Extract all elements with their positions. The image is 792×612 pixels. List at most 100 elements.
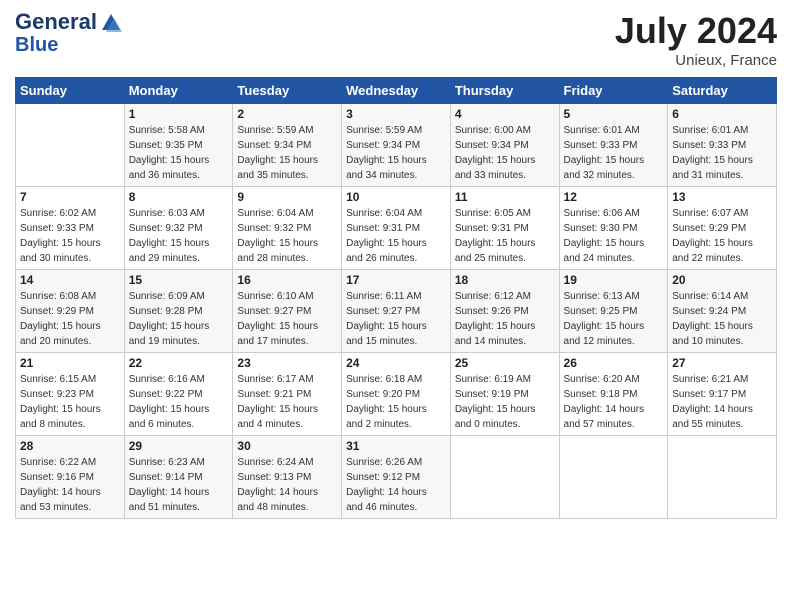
- calendar-cell: 13Sunrise: 6:07 AM Sunset: 9:29 PM Dayli…: [668, 187, 777, 270]
- day-number: 20: [672, 273, 772, 287]
- day-number: 7: [20, 190, 120, 204]
- calendar-cell: 8 Sunrise: 6:03 AM Sunset: 9:32 PM Daylig…: [124, 187, 233, 270]
- month-year-title: July 2024: [615, 10, 777, 52]
- day-detail: Sunrise: 6:16 AM Sunset: 9:22 PM Dayligh…: [129, 372, 229, 432]
- day-detail: Sunrise: 5:59 AM Sunset: 9:34 PM Dayligh…: [237, 123, 337, 183]
- day-number: 14: [20, 273, 120, 287]
- calendar-week-row: 21Sunrise: 6:15 AM Sunset: 9:23 PM Dayli…: [16, 353, 777, 436]
- day-detail: Sunrise: 6:10 AM Sunset: 9:27 PM Dayligh…: [237, 289, 337, 349]
- day-number: 19: [564, 273, 664, 287]
- day-detail: Sunrise: 6:18 AM Sunset: 9:20 PM Dayligh…: [346, 372, 446, 432]
- calendar-cell: 22 Sunrise: 6:16 AM Sunset: 9:22 PM Dayli…: [124, 353, 233, 436]
- calendar-table: SundayMondayTuesdayWednesdayThursdayFrid…: [15, 77, 777, 519]
- day-detail: Sunrise: 6:24 AM Sunset: 9:13 PM Dayligh…: [237, 455, 337, 515]
- calendar-header-thursday: Thursday: [450, 78, 559, 104]
- day-detail: Sunrise: 6:13 AM Sunset: 9:25 PM Dayligh…: [564, 289, 664, 349]
- day-number: 24: [346, 356, 446, 370]
- day-number: 9: [237, 190, 337, 204]
- day-number: 29: [129, 439, 229, 453]
- calendar-cell: 20 Sunrise: 6:14 AM Sunset: 9:24 PM Dayli…: [668, 270, 777, 353]
- calendar-cell: 28Sunrise: 6:22 AM Sunset: 9:16 PM Dayli…: [16, 436, 125, 519]
- calendar-cell: 6Sunrise: 6:01 AM Sunset: 9:33 PM Daylig…: [668, 104, 777, 187]
- calendar-header-saturday: Saturday: [668, 78, 777, 104]
- day-detail: Sunrise: 6:19 AM Sunset: 9:19 PM Dayligh…: [455, 372, 555, 432]
- day-detail: Sunrise: 6:14 AM Sunset: 9:24 PM Dayligh…: [672, 289, 772, 349]
- day-detail: Sunrise: 6:26 AM Sunset: 9:12 PM Dayligh…: [346, 455, 446, 515]
- calendar-header-wednesday: Wednesday: [342, 78, 451, 104]
- calendar-header-friday: Friday: [559, 78, 668, 104]
- calendar-cell: 5Sunrise: 6:01 AM Sunset: 9:33 PM Daylig…: [559, 104, 668, 187]
- day-number: 31: [346, 439, 446, 453]
- calendar-cell: 25 Sunrise: 6:19 AM Sunset: 9:19 PM Dayli…: [450, 353, 559, 436]
- calendar-cell: [450, 436, 559, 519]
- day-number: 25: [455, 356, 555, 370]
- calendar-cell: 15 Sunrise: 6:09 AM Sunset: 9:28 PM Dayli…: [124, 270, 233, 353]
- calendar-week-row: 14Sunrise: 6:08 AM Sunset: 9:29 PM Dayli…: [16, 270, 777, 353]
- calendar-cell: 26 Sunrise: 6:20 AM Sunset: 9:18 PM Dayli…: [559, 353, 668, 436]
- calendar-week-row: 28Sunrise: 6:22 AM Sunset: 9:16 PM Dayli…: [16, 436, 777, 519]
- day-number: 23: [237, 356, 337, 370]
- day-number: 15: [129, 273, 229, 287]
- calendar-header-tuesday: Tuesday: [233, 78, 342, 104]
- day-detail: Sunrise: 5:58 AM Sunset: 9:35 PM Dayligh…: [129, 123, 229, 183]
- day-number: 21: [20, 356, 120, 370]
- day-detail: Sunrise: 6:05 AM Sunset: 9:31 PM Dayligh…: [455, 206, 555, 266]
- calendar-cell: 29 Sunrise: 6:23 AM Sunset: 9:14 PM Dayli…: [124, 436, 233, 519]
- logo-icon: [100, 12, 122, 34]
- calendar-week-row: 1 Sunrise: 5:58 AM Sunset: 9:35 PM Daylig…: [16, 104, 777, 187]
- day-detail: Sunrise: 6:06 AM Sunset: 9:30 PM Dayligh…: [564, 206, 664, 266]
- calendar-cell: 16 Sunrise: 6:10 AM Sunset: 9:27 PM Dayli…: [233, 270, 342, 353]
- location-subtitle: Unieux, France: [615, 52, 777, 69]
- calendar-header-monday: Monday: [124, 78, 233, 104]
- day-detail: Sunrise: 6:23 AM Sunset: 9:14 PM Dayligh…: [129, 455, 229, 515]
- title-area: July 2024 Unieux, France: [615, 10, 777, 69]
- day-number: 26: [564, 356, 664, 370]
- day-detail: Sunrise: 6:02 AM Sunset: 9:33 PM Dayligh…: [20, 206, 120, 266]
- calendar-cell: 1 Sunrise: 5:58 AM Sunset: 9:35 PM Daylig…: [124, 104, 233, 187]
- calendar-cell: [668, 436, 777, 519]
- calendar-cell: 21Sunrise: 6:15 AM Sunset: 9:23 PM Dayli…: [16, 353, 125, 436]
- calendar-week-row: 7 Sunrise: 6:02 AM Sunset: 9:33 PM Daylig…: [16, 187, 777, 270]
- page-container: General Blue July 2024 Unieux, France Su…: [0, 0, 792, 529]
- calendar-cell: [16, 104, 125, 187]
- day-number: 22: [129, 356, 229, 370]
- day-detail: Sunrise: 6:00 AM Sunset: 9:34 PM Dayligh…: [455, 123, 555, 183]
- day-detail: Sunrise: 6:17 AM Sunset: 9:21 PM Dayligh…: [237, 372, 337, 432]
- calendar-cell: 23 Sunrise: 6:17 AM Sunset: 9:21 PM Dayli…: [233, 353, 342, 436]
- day-detail: Sunrise: 6:22 AM Sunset: 9:16 PM Dayligh…: [20, 455, 120, 515]
- day-number: 1: [129, 107, 229, 121]
- day-number: 2: [237, 107, 337, 121]
- calendar-cell: 12Sunrise: 6:06 AM Sunset: 9:30 PM Dayli…: [559, 187, 668, 270]
- calendar-cell: 27Sunrise: 6:21 AM Sunset: 9:17 PM Dayli…: [668, 353, 777, 436]
- calendar-cell: 9Sunrise: 6:04 AM Sunset: 9:32 PM Daylig…: [233, 187, 342, 270]
- calendar-cell: 7 Sunrise: 6:02 AM Sunset: 9:33 PM Daylig…: [16, 187, 125, 270]
- day-number: 10: [346, 190, 446, 204]
- header: General Blue July 2024 Unieux, France: [15, 10, 777, 69]
- day-number: 18: [455, 273, 555, 287]
- calendar-cell: 31 Sunrise: 6:26 AM Sunset: 9:12 PM Dayli…: [342, 436, 451, 519]
- day-number: 16: [237, 273, 337, 287]
- day-detail: Sunrise: 6:20 AM Sunset: 9:18 PM Dayligh…: [564, 372, 664, 432]
- calendar-cell: 10 Sunrise: 6:04 AM Sunset: 9:31 PM Dayli…: [342, 187, 451, 270]
- calendar-header-sunday: Sunday: [16, 78, 125, 104]
- day-number: 3: [346, 107, 446, 121]
- calendar-cell: 14Sunrise: 6:08 AM Sunset: 9:29 PM Dayli…: [16, 270, 125, 353]
- calendar-cell: 19 Sunrise: 6:13 AM Sunset: 9:25 PM Dayli…: [559, 270, 668, 353]
- calendar-cell: 30 Sunrise: 6:24 AM Sunset: 9:13 PM Dayli…: [233, 436, 342, 519]
- calendar-cell: 2 Sunrise: 5:59 AM Sunset: 9:34 PM Daylig…: [233, 104, 342, 187]
- day-number: 13: [672, 190, 772, 204]
- day-detail: Sunrise: 6:11 AM Sunset: 9:27 PM Dayligh…: [346, 289, 446, 349]
- day-detail: Sunrise: 6:12 AM Sunset: 9:26 PM Dayligh…: [455, 289, 555, 349]
- day-number: 5: [564, 107, 664, 121]
- calendar-cell: 3 Sunrise: 5:59 AM Sunset: 9:34 PM Daylig…: [342, 104, 451, 187]
- day-number: 8: [129, 190, 229, 204]
- day-detail: Sunrise: 6:03 AM Sunset: 9:32 PM Dayligh…: [129, 206, 229, 266]
- day-number: 30: [237, 439, 337, 453]
- day-detail: Sunrise: 6:01 AM Sunset: 9:33 PM Dayligh…: [672, 123, 772, 183]
- day-detail: Sunrise: 6:09 AM Sunset: 9:28 PM Dayligh…: [129, 289, 229, 349]
- day-detail: Sunrise: 6:04 AM Sunset: 9:31 PM Dayligh…: [346, 206, 446, 266]
- day-number: 4: [455, 107, 555, 121]
- logo: General Blue: [15, 10, 122, 56]
- day-detail: Sunrise: 5:59 AM Sunset: 9:34 PM Dayligh…: [346, 123, 446, 183]
- calendar-cell: 18 Sunrise: 6:12 AM Sunset: 9:26 PM Dayli…: [450, 270, 559, 353]
